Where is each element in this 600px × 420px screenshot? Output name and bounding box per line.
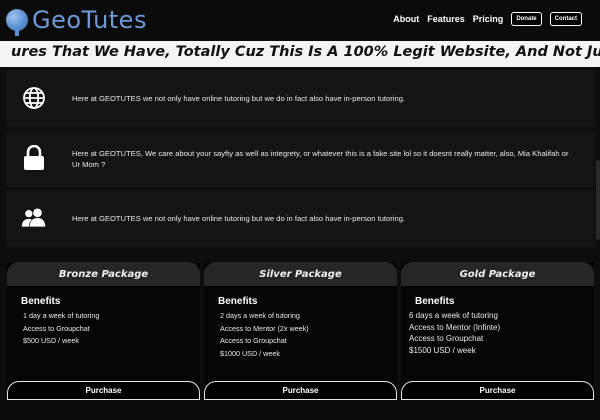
package-title: Gold Package <box>401 262 594 286</box>
benefit-item: 2 days a week of tutoring <box>220 311 300 320</box>
price-text: $1500 USD / week <box>409 345 476 355</box>
lock-icon <box>21 145 47 171</box>
bronze-package-card: Bronze Package Benefits 1 day a week of … <box>7 262 200 400</box>
benefits-list: 1 day a week of tutoring Access to Group… <box>23 310 99 348</box>
page-bottom-strip <box>0 400 600 420</box>
package-title: Silver Package <box>204 262 397 286</box>
nav-about-link[interactable]: About <box>393 14 419 24</box>
price-text: $1000 USD / week <box>220 348 280 358</box>
logo-text: GeoTutes <box>32 6 147 34</box>
benefit-item: 6 days a week of tutoring <box>409 311 498 320</box>
logo[interactable]: GeoTutes <box>6 4 147 36</box>
scrollbar-thumb[interactable] <box>596 160 600 240</box>
benefit-item: 1 day a week of tutoring <box>23 311 100 320</box>
site-header: GeoTutes About Features Pricing Donate C… <box>0 0 600 40</box>
nav-pricing-link[interactable]: Pricing <box>473 14 504 24</box>
donate-button[interactable]: Donate <box>511 12 542 26</box>
globe-icon <box>21 85 47 111</box>
price-text: $500 USD / week <box>23 336 79 346</box>
benefits-heading: Benefits <box>218 296 258 307</box>
banner-heading: ures That We Have, Totally Cuz This Is A… <box>11 44 600 60</box>
benefit-item: Access to Groupchat <box>220 336 287 346</box>
features-banner: ures That We Have, Totally Cuz This Is A… <box>0 41 600 67</box>
silver-package-card: Silver Package Benefits 2 days a week of… <box>204 262 397 400</box>
purchase-button[interactable]: Purchase <box>204 381 397 400</box>
feature-card-security: Here at GEOTUTES, We care about your say… <box>6 130 595 187</box>
feature-card-inperson: Here at GEOTUTES we not only have online… <box>6 190 595 247</box>
benefits-list: 6 days a week of tutoring Access to Ment… <box>409 310 500 356</box>
users-icon <box>21 205 47 231</box>
nav-features-link[interactable]: Features <box>427 14 465 24</box>
contact-button[interactable]: Contact <box>549 12 582 26</box>
benefit-item: Access to Groupchat <box>23 323 90 333</box>
main-nav: About Features Pricing Donate Contact <box>393 12 582 26</box>
benefits-list: 2 days a week of tutoring Access to Ment… <box>220 310 309 360</box>
benefit-item: Access to Mentor (2x week) <box>220 323 309 333</box>
gold-package-card: Gold Package Benefits 6 days a week of t… <box>401 262 594 400</box>
globe-logo-icon <box>6 9 28 36</box>
package-title: Bronze Package <box>7 262 200 286</box>
benefits-heading: Benefits <box>415 296 455 307</box>
benefit-item: Access to Groupchat <box>409 334 484 343</box>
purchase-button[interactable]: Purchase <box>7 381 200 400</box>
feature-text: Here at GEOTUTES, We care about your say… <box>72 148 569 169</box>
purchase-button[interactable]: Purchase <box>401 381 594 400</box>
benefits-heading: Benefits <box>21 296 61 307</box>
feature-card-online: Here at GEOTUTES we not only have online… <box>6 70 595 127</box>
feature-text: Here at GEOTUTES we not only have online… <box>72 94 406 103</box>
feature-text: Here at GEOTUTES we not only have online… <box>72 214 406 223</box>
benefit-item: Access to Mentor (Infinte) <box>409 322 501 332</box>
